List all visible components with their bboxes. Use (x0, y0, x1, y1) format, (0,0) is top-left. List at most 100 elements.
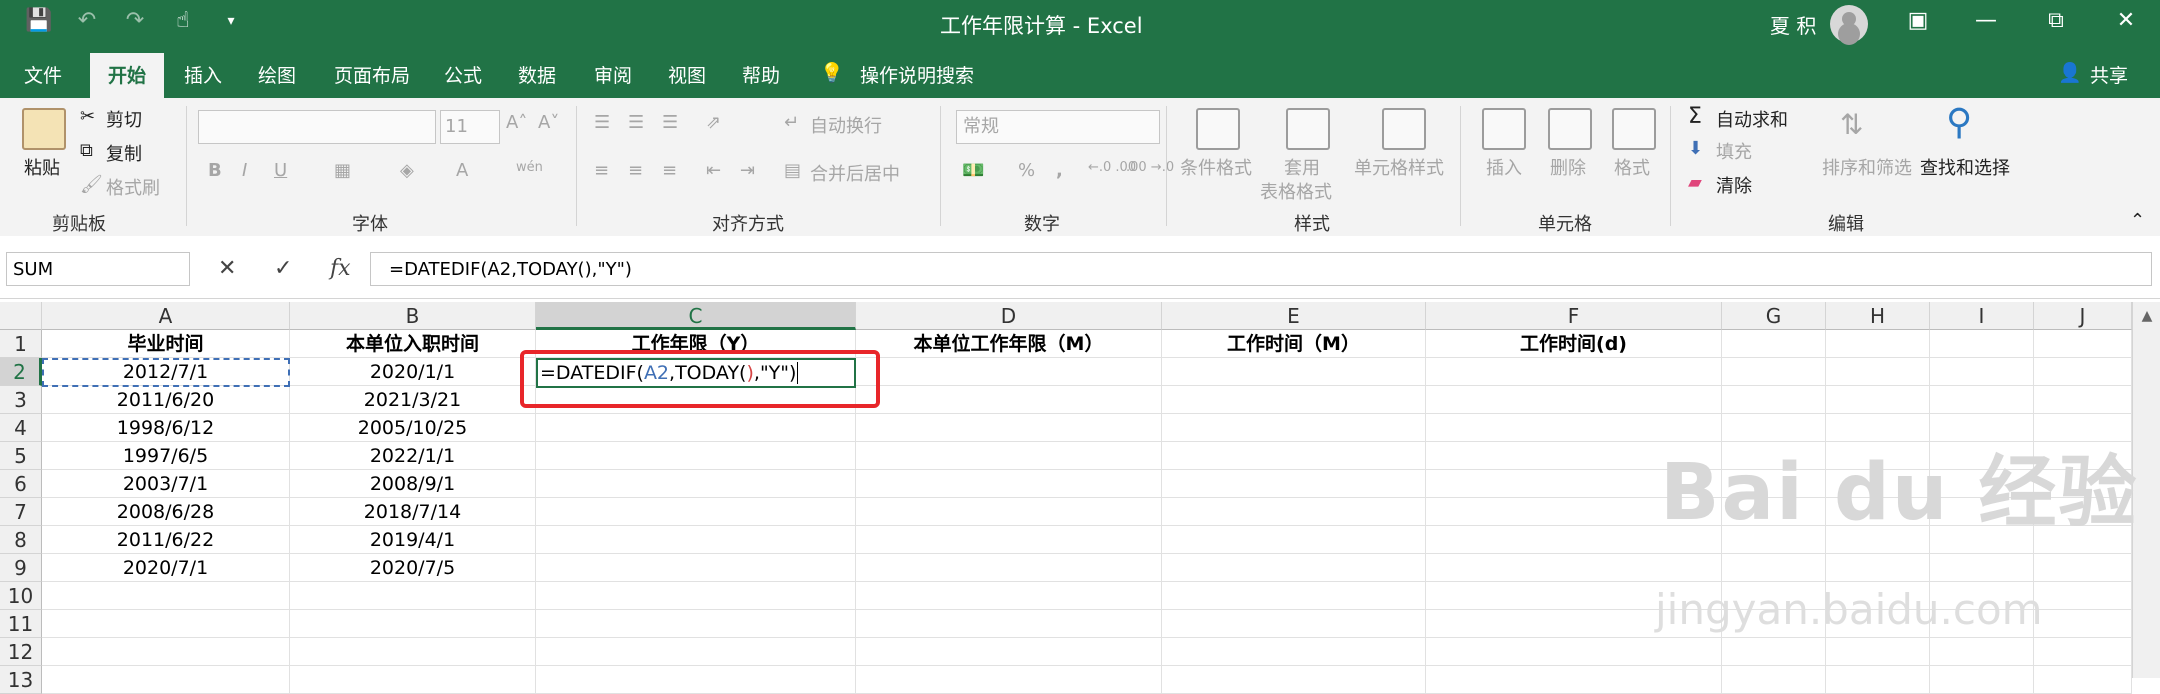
select-all-corner[interactable] (0, 302, 42, 330)
cell-b10[interactable] (290, 582, 536, 610)
tab-file[interactable]: 文件 (24, 61, 62, 88)
decrease-indent-icon[interactable]: ⇤ (706, 160, 721, 181)
cell-e13[interactable] (1162, 666, 1426, 694)
cell-d2[interactable] (856, 358, 1162, 386)
cell-c5[interactable] (536, 442, 856, 470)
cell-d1[interactable]: 本单位工作年限（M） (856, 330, 1162, 358)
align-left-icon[interactable]: ≡ (594, 160, 609, 181)
row-header[interactable]: 7 (0, 498, 42, 526)
cell-c10[interactable] (536, 582, 856, 610)
format-as-table-icon[interactable] (1286, 108, 1330, 150)
tell-me-search[interactable]: 操作说明搜索 (860, 61, 974, 88)
restore-icon[interactable]: ⧉ (2036, 8, 2076, 33)
cell-d3[interactable] (856, 386, 1162, 414)
format-painter-button[interactable]: 格式刷 (106, 174, 160, 200)
col-header-g[interactable]: G (1722, 302, 1826, 330)
save-icon[interactable]: 💾 (22, 8, 56, 33)
copy-icon[interactable]: ⧉ (80, 140, 93, 161)
cell-a8[interactable]: 2011/6/22 (42, 526, 290, 554)
orientation-icon[interactable]: ⇗ (706, 112, 721, 133)
tab-view[interactable]: 视图 (668, 61, 706, 88)
tab-page-layout[interactable]: 页面布局 (334, 61, 410, 88)
cell-h13[interactable] (1826, 666, 1930, 694)
conditional-format-icon[interactable] (1196, 108, 1240, 150)
row-header[interactable]: 12 (0, 638, 42, 666)
increase-indent-icon[interactable]: ⇥ (740, 160, 755, 181)
align-right-icon[interactable]: ≡ (662, 160, 677, 181)
font-name-select[interactable] (198, 110, 436, 144)
cell-i2[interactable] (1930, 358, 2034, 386)
shrink-font-icon[interactable]: A˅ (538, 112, 559, 133)
insert-function-button[interactable]: fx (330, 256, 351, 281)
cell-f3[interactable] (1426, 386, 1722, 414)
find-select-button[interactable]: 查找和选择 (1920, 154, 2010, 180)
copy-button[interactable]: 复制 (106, 140, 142, 166)
cell-b2[interactable]: 2020/1/1 (290, 358, 536, 386)
tab-review[interactable]: 审阅 (594, 61, 632, 88)
cell-a3[interactable]: 2011/6/20 (42, 386, 290, 414)
comma-button[interactable]: , (1056, 160, 1063, 181)
bold-button[interactable]: B (208, 160, 222, 181)
wrap-text-button[interactable]: 自动换行 (810, 112, 882, 138)
find-icon[interactable]: ⚲ (1946, 102, 1972, 143)
font-size-select[interactable]: 11 (440, 110, 500, 144)
cell-b1[interactable]: 本单位入职时间 (290, 330, 536, 358)
cell-d7[interactable] (856, 498, 1162, 526)
cell-b8[interactable]: 2019/4/1 (290, 526, 536, 554)
align-bottom-icon[interactable]: ☰ (662, 112, 678, 133)
cell-e2[interactable] (1162, 358, 1426, 386)
merge-icon[interactable]: ▤ (784, 160, 801, 181)
align-center-icon[interactable]: ≡ (628, 160, 643, 181)
cell-i1[interactable] (1930, 330, 2034, 358)
cell-i3[interactable] (1930, 386, 2034, 414)
cell-g9[interactable] (1722, 554, 1826, 582)
autosum-icon[interactable]: Σ (1688, 104, 1702, 129)
cell-b7[interactable]: 2018/7/14 (290, 498, 536, 526)
format-as-table-button[interactable]: 套用 (1284, 154, 1320, 180)
cell-e3[interactable] (1162, 386, 1426, 414)
underline-button[interactable]: U (274, 160, 287, 181)
share-button[interactable]: 共享 (2090, 61, 2128, 88)
border-icon[interactable]: ▦ (334, 160, 351, 181)
cell-a12[interactable] (42, 638, 290, 666)
cell-b12[interactable] (290, 638, 536, 666)
phonetic-button[interactable]: wén (516, 160, 543, 175)
cell-c11[interactable] (536, 610, 856, 638)
cell-e9[interactable] (1162, 554, 1426, 582)
format-cells-button[interactable]: 格式 (1614, 154, 1650, 180)
cell-d4[interactable] (856, 414, 1162, 442)
row-header[interactable]: 9 (0, 554, 42, 582)
wrap-text-icon[interactable]: ↵ (784, 112, 799, 133)
cell-d13[interactable] (856, 666, 1162, 694)
col-header-e[interactable]: E (1162, 302, 1426, 330)
cell-c7[interactable] (536, 498, 856, 526)
cancel-icon[interactable]: ✕ (218, 256, 236, 281)
col-header-a[interactable]: A (42, 302, 290, 330)
cell-c12[interactable] (536, 638, 856, 666)
number-format-select[interactable]: 常规 (956, 110, 1160, 144)
clear-button[interactable]: 清除 (1716, 172, 1752, 198)
fill-color-icon[interactable]: ◈ (400, 160, 414, 181)
cell-a5[interactable]: 1997/6/5 (42, 442, 290, 470)
autosum-button[interactable]: 自动求和 (1716, 106, 1788, 132)
cell-i12[interactable] (1930, 638, 2034, 666)
name-box[interactable]: SUM (6, 252, 190, 286)
cell-f9[interactable] (1426, 554, 1722, 582)
tab-insert[interactable]: 插入 (184, 61, 222, 88)
close-icon[interactable]: ✕ (2106, 8, 2146, 33)
cell-b5[interactable]: 2022/1/1 (290, 442, 536, 470)
cell-e1[interactable]: 工作时间（M） (1162, 330, 1426, 358)
cell-j10[interactable] (2034, 582, 2132, 610)
cut-icon[interactable]: ✂ (80, 106, 95, 127)
cell-d11[interactable] (856, 610, 1162, 638)
fill-button[interactable]: 填充 (1716, 138, 1752, 164)
cell-a13[interactable] (42, 666, 290, 694)
tab-help[interactable]: 帮助 (742, 61, 780, 88)
formula-input[interactable]: =DATEDIF(A2,TODAY(),"Y") (370, 252, 2152, 286)
format-cells-icon[interactable] (1612, 108, 1656, 150)
insert-cells-button[interactable]: 插入 (1486, 154, 1522, 180)
col-header-i[interactable]: I (1930, 302, 2034, 330)
customize-icon[interactable]: ▾ (214, 13, 248, 29)
cell-j3[interactable] (2034, 386, 2132, 414)
format-as-table-button-line2[interactable]: 表格格式 (1260, 178, 1332, 204)
